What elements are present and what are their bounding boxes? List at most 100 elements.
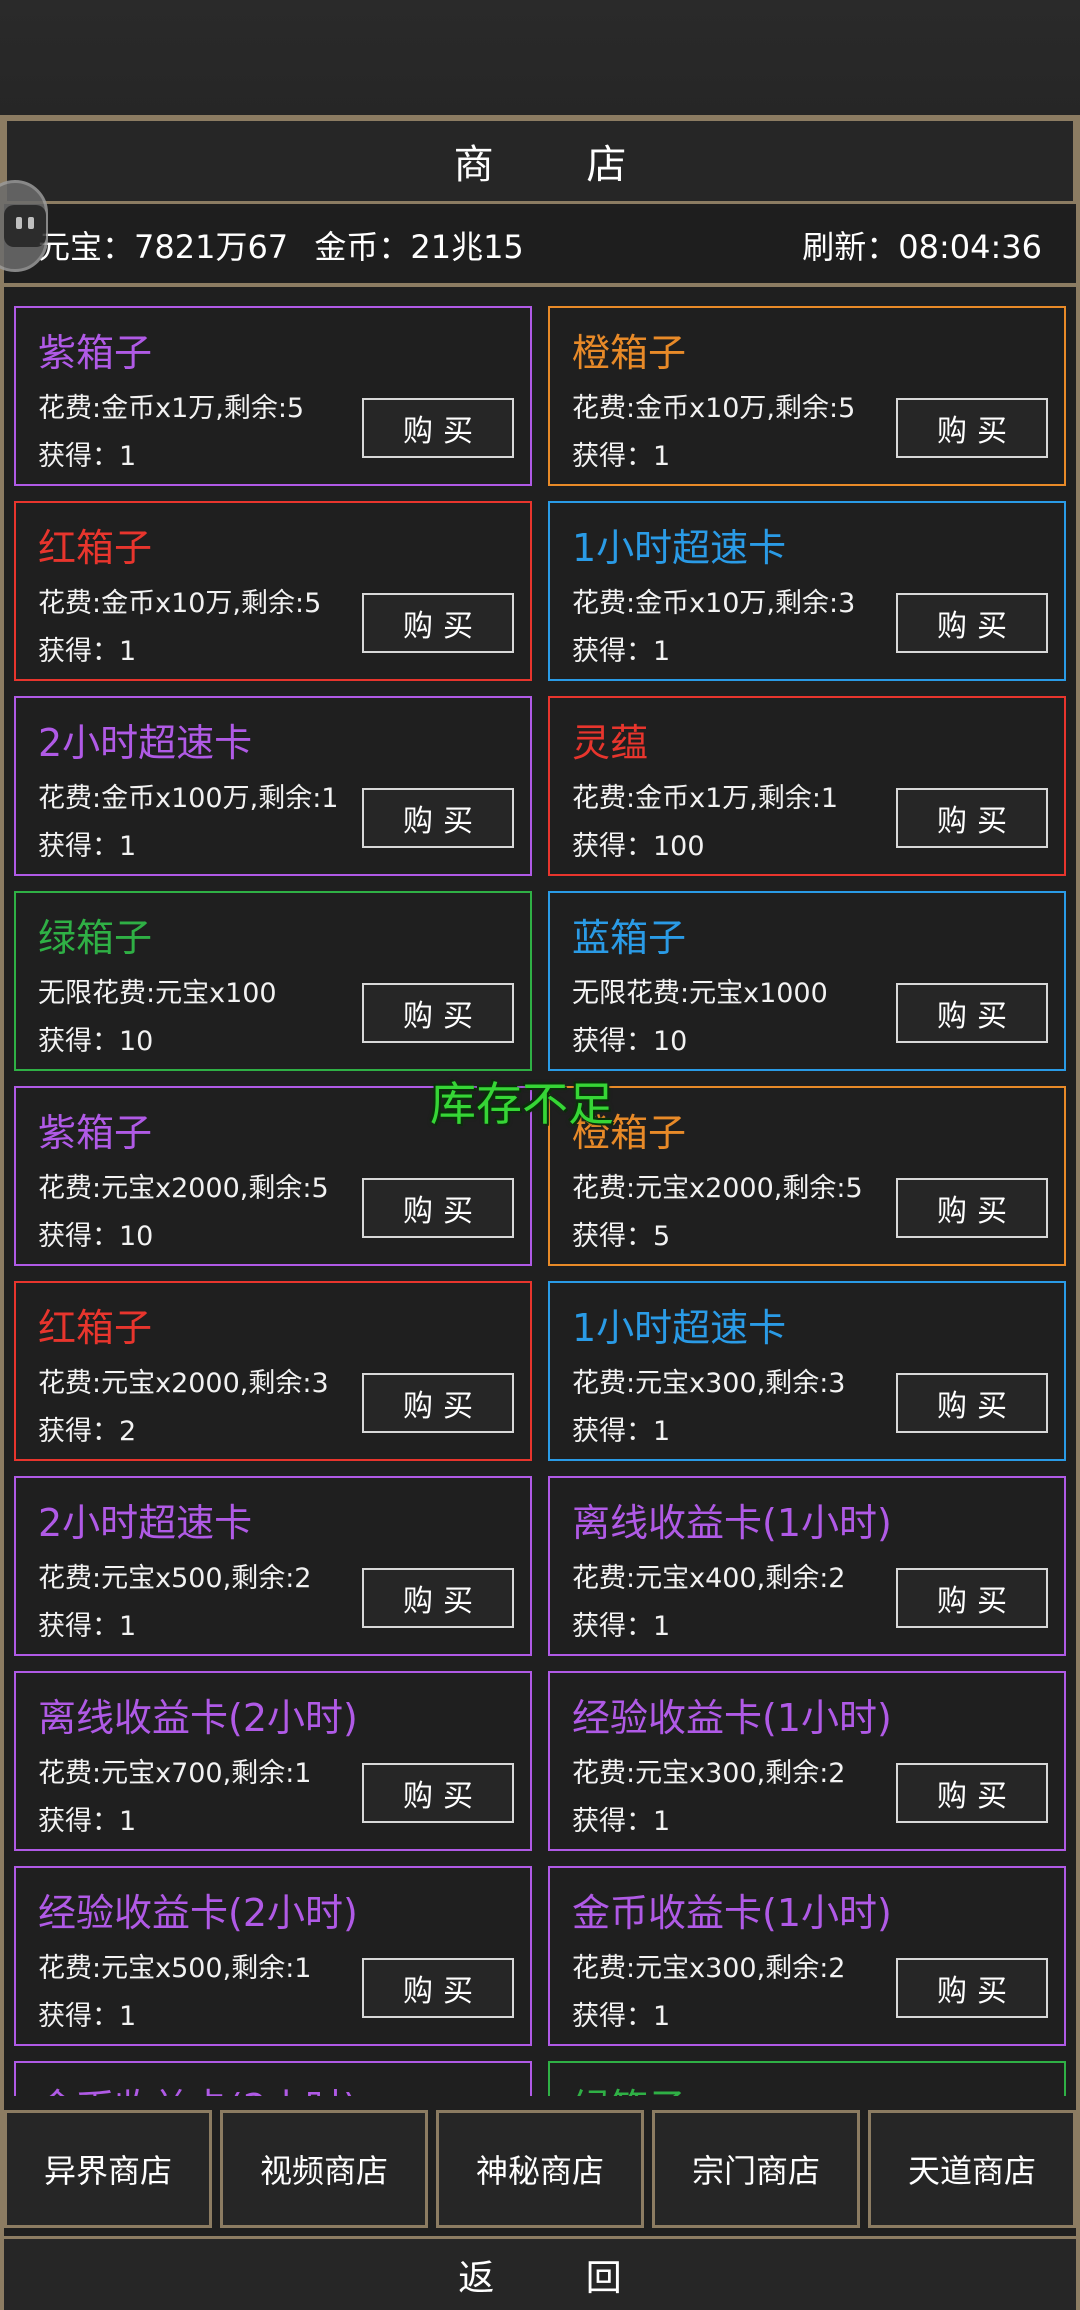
item-gain: 获得：1 — [572, 2001, 671, 2032]
shop-item-card: 橙箱子 花费:元宝x2000,剩余:5 获得：5 购买 — [548, 1086, 1066, 1266]
item-cost: 花费:金币x100万,剩余:1 — [38, 783, 339, 814]
item-cost: 花费:金币x1万,剩余:1 — [572, 783, 839, 814]
item-name: 紫箱子 — [38, 1111, 153, 1155]
item-cost: 花费:元宝x300,剩余:3 — [572, 1368, 846, 1399]
buy-button[interactable]: 购买 — [362, 1373, 514, 1433]
item-name: 橙箱子 — [572, 331, 687, 375]
item-gain: 获得：100 — [572, 831, 705, 862]
buy-button[interactable]: 购买 — [362, 1763, 514, 1823]
item-cost: 无限花费:元宝x100 — [38, 978, 277, 1009]
shop-tab[interactable]: 视频商店 — [220, 2110, 428, 2228]
buy-button[interactable]: 购买 — [896, 398, 1048, 458]
shop-tab[interactable]: 天道商店 — [868, 2110, 1076, 2228]
item-cost: 花费:金币x1万,剩余:5 — [38, 393, 305, 424]
item-cost: 花费:元宝x500,剩余:2 — [38, 1563, 312, 1594]
shop-item-card: 紫箱子 花费:金币x1万,剩余:5 获得：1 购买 — [14, 306, 532, 486]
shop-tab[interactable]: 宗门商店 — [652, 2110, 860, 2228]
assistant-face-icon — [4, 205, 46, 247]
shop-item-card: 离线收益卡(2小时) 花费:元宝x700,剩余:1 获得：1 购买 — [14, 1671, 532, 1851]
item-gain: 获得：1 — [572, 1416, 671, 1447]
shop-tabs: 异界商店 视频商店 神秘商店 宗门商店 天道商店 — [4, 2108, 1076, 2230]
shop-tab[interactable]: 异界商店 — [4, 2110, 212, 2228]
floating-assistant-icon[interactable] — [0, 180, 48, 272]
item-name: 灵蕴 — [572, 721, 649, 765]
shop-item-card: 绿箱子购买 — [548, 2061, 1066, 2096]
refresh-group: 刷新：08:04:36 — [802, 222, 1042, 268]
item-gain: 获得：10 — [38, 1026, 154, 1057]
item-cost: 花费:金币x10万,剩余:5 — [572, 393, 856, 424]
item-gain: 获得：1 — [572, 441, 671, 472]
item-name: 绿箱子 — [572, 2077, 686, 2096]
item-gain: 获得：2 — [38, 1416, 137, 1447]
shop-item-card: 1小时超速卡 花费:金币x10万,剩余:3 获得：1 购买 — [548, 501, 1066, 681]
shop-item-card: 离线收益卡(1小时) 花费:元宝x400,剩余:2 获得：1 购买 — [548, 1476, 1066, 1656]
buy-button[interactable]: 购买 — [896, 1178, 1048, 1238]
item-cost: 花费:元宝x300,剩余:2 — [572, 1953, 846, 1984]
item-gain: 获得：1 — [38, 1806, 137, 1837]
shop-item-card: 经验收益卡(1小时) 花费:元宝x300,剩余:2 获得：1 购买 — [548, 1671, 1066, 1851]
item-name: 紫箱子 — [38, 331, 153, 375]
item-gain: 获得：10 — [572, 1026, 688, 1057]
buy-button[interactable]: 购买 — [362, 983, 514, 1043]
refresh-timer: 刷新：08:04:36 — [802, 228, 1042, 266]
item-gain: 获得：1 — [38, 831, 137, 862]
buy-button[interactable]: 购买 — [362, 1568, 514, 1628]
buy-button[interactable]: 购买 — [896, 1568, 1048, 1628]
shop-item-card: 红箱子花费:元宝x2000,剩余:3 获得：2 购买 — [14, 1281, 532, 1461]
buy-button[interactable]: 购买 — [362, 788, 514, 848]
item-cost: 花费:元宝x2000,剩余:5 — [38, 1173, 329, 1204]
shop-item-card: 绿箱子无限花费:元宝x100 获得：10 购买 — [14, 891, 532, 1071]
gold-amount: 金币：21兆15 — [314, 228, 524, 266]
shop-item-card: 金币收益卡(1小时) 花费:元宝x300,剩余:2 获得：1 购买 — [548, 1866, 1066, 2046]
item-name: 绿箱子 — [38, 916, 153, 960]
item-name: 1小时超速卡 — [572, 526, 787, 570]
item-cost: 花费:元宝x300,剩余:2 — [572, 1758, 846, 1789]
item-name: 1小时超速卡 — [572, 1306, 787, 1350]
item-name: 金币收益卡(1小时) — [572, 1891, 892, 1935]
currency-group: 元宝：7821万67 金币：21兆15 — [38, 222, 524, 268]
item-name: 经验收益卡(1小时) — [572, 1696, 892, 1740]
buy-button[interactable]: 购买 — [896, 593, 1048, 653]
header-divider — [4, 283, 1076, 287]
shop-item-card: 蓝箱子无限花费:元宝x1000 获得：10 购买 — [548, 891, 1066, 1071]
item-gain: 获得：1 — [38, 636, 137, 667]
buy-button[interactable]: 购买 — [362, 398, 514, 458]
item-gain: 获得：1 — [38, 1611, 137, 1642]
item-gain: 获得：1 — [572, 1611, 671, 1642]
item-cost: 花费:元宝x2000,剩余:5 — [572, 1173, 863, 1204]
buy-button[interactable]: 购买 — [896, 1373, 1048, 1433]
item-cost: 无限花费:元宝x1000 — [572, 978, 828, 1009]
buy-button[interactable]: 购买 — [362, 1178, 514, 1238]
buy-button[interactable]: 购买 — [896, 983, 1048, 1043]
shop-item-card: 红箱子 花费:金币x10万,剩余:5 获得：1 购买 — [14, 501, 532, 681]
shop-item-grid: 紫箱子 花费:金币x1万,剩余:5 获得：1 购买 橙箱子 花费:金币x10万,剩余:5 获… — [14, 306, 1066, 2096]
shop-item-card: 灵蕴花费:金币x1万,剩余:1 获得：100 购买 — [548, 696, 1066, 876]
item-name: 金币收益卡(2小时) — [38, 2077, 358, 2096]
buy-button[interactable]: 购买 — [896, 1958, 1048, 2018]
yuanbao-amount: 元宝：7821万67 — [38, 228, 289, 266]
back-button-label: 返 回 — [458, 2257, 662, 2299]
item-cost: 花费:元宝x500,剩余:1 — [38, 1953, 312, 1984]
item-cost: 花费:金币x10万,剩余:3 — [572, 588, 856, 619]
item-name: 红箱子 — [38, 1306, 153, 1350]
shop-item-card: 1小时超速卡花费:元宝x300,剩余:3 获得：1 购买 — [548, 1281, 1066, 1461]
shop-tab[interactable]: 神秘商店 — [436, 2110, 644, 2228]
shop-item-card: 2小时超速卡 花费:元宝x500,剩余:2 获得：1 购买 — [14, 1476, 532, 1656]
shop-item-card: 经验收益卡(2小时) 花费:元宝x500,剩余:1 获得：1 购买 — [14, 1866, 532, 2046]
item-cost: 花费:元宝x400,剩余:2 — [572, 1563, 846, 1594]
toast-message: 库存不足 — [430, 1077, 614, 1131]
buy-button[interactable]: 购买 — [896, 1763, 1048, 1823]
item-cost: 花费:元宝x2000,剩余:3 — [38, 1368, 329, 1399]
buy-button[interactable]: 购买 — [362, 1958, 514, 2018]
buy-button[interactable]: 购买 — [362, 593, 514, 653]
shop-item-card: 金币收益卡(2小时)购买 — [14, 2061, 532, 2096]
back-button[interactable]: 返 回 — [4, 2236, 1076, 2310]
currency-status-bar: 元宝：7821万67 金币：21兆15 刷新：08:04:36 — [4, 208, 1076, 282]
shop-item-card: 2小时超速卡 花费:金币x100万,剩余:1 获得：1 购买 — [14, 696, 532, 876]
buy-button[interactable]: 购买 — [896, 788, 1048, 848]
item-name: 离线收益卡(2小时) — [38, 1696, 358, 1740]
item-cost: 花费:元宝x700,剩余:1 — [38, 1758, 312, 1789]
item-name: 离线收益卡(1小时) — [572, 1501, 892, 1545]
item-name: 蓝箱子 — [572, 916, 687, 960]
item-name: 经验收益卡(2小时) — [38, 1891, 358, 1935]
